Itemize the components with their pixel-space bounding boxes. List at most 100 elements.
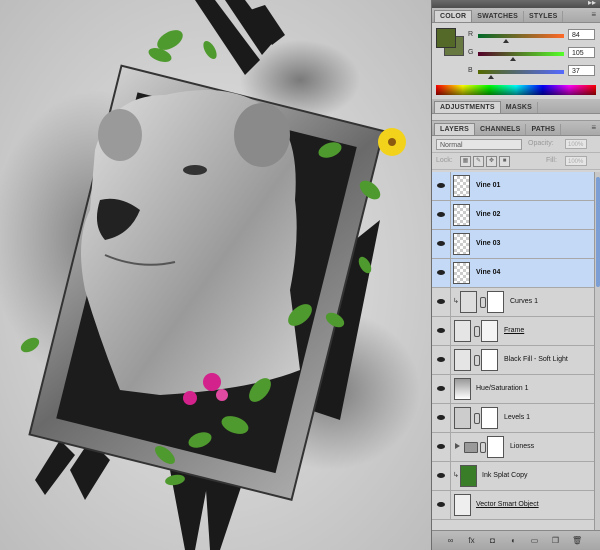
tab-paths[interactable]: PATHS — [526, 124, 562, 135]
red-value-field[interactable]: 84 — [568, 29, 595, 40]
layer-row[interactable]: Vine 01 — [432, 172, 594, 201]
collapse-icon[interactable]: ▸▸ — [588, 0, 596, 7]
blue-channel-row: B 37 — [468, 65, 598, 79]
delete-layer-icon[interactable]: 🗑 — [572, 536, 582, 545]
lock-transparency-icon[interactable]: ▦ — [460, 156, 471, 167]
fill-label: Fill: — [546, 157, 557, 164]
visibility-eye-icon[interactable] — [432, 172, 451, 200]
red-channel-row: R 84 — [468, 29, 598, 43]
tab-color[interactable]: COLOR — [434, 10, 473, 22]
lock-all-icon[interactable]: ■ — [499, 156, 510, 167]
layer-row[interactable]: Lioness — [432, 433, 594, 462]
layer-row[interactable]: Vine 03 — [432, 230, 594, 259]
fill-field[interactable]: 100% — [565, 156, 587, 166]
layer-thumbnail — [453, 262, 470, 284]
green-channel-row: G 105 — [468, 47, 598, 61]
lock-options-row: Lock: ▦ ✎ ✥ ■ Fill: 100% — [432, 153, 600, 170]
tab-masks[interactable]: MASKS — [501, 102, 538, 113]
folder-icon — [464, 442, 478, 453]
link-layers-icon[interactable]: ∞ — [446, 536, 455, 545]
layer-row[interactable]: Vector Smart Object — [432, 491, 594, 520]
artwork — [0, 0, 431, 550]
green-slider-thumb[interactable] — [510, 57, 517, 61]
layer-name: Black Fill - Soft Light — [504, 356, 568, 363]
layer-thumbnail — [460, 465, 477, 487]
visibility-eye-icon[interactable] — [432, 375, 451, 403]
tab-swatches[interactable]: SWATCHES — [472, 11, 525, 22]
panels-dock: ▸▸ COLOR SWATCHES STYLES ≡ R 84 G 105 B … — [431, 0, 600, 550]
red-slider-track[interactable] — [478, 34, 564, 38]
visibility-eye-icon[interactable] — [432, 491, 451, 519]
green-value-field[interactable]: 105 — [568, 47, 595, 58]
color-panel-tabs: COLOR SWATCHES STYLES ≡ — [432, 8, 600, 23]
visibility-eye-icon[interactable] — [432, 346, 451, 374]
layer-name: Vine 01 — [476, 182, 501, 189]
visibility-eye-icon[interactable] — [432, 317, 451, 345]
clipping-arrow-icon: ↳ — [453, 298, 459, 305]
layer-row[interactable]: Vine 02 — [432, 201, 594, 230]
layer-name: Curves 1 — [510, 298, 539, 305]
scrollbar-thumb[interactable] — [596, 177, 600, 287]
blue-value-field[interactable]: 37 — [568, 65, 595, 76]
adjustment-thumbnail — [454, 378, 471, 400]
mask-thumbnail — [481, 407, 498, 429]
new-adjustment-icon[interactable]: ◐ — [509, 536, 518, 545]
layer-thumbnail — [454, 349, 471, 371]
layer-row[interactable]: ↳ Ink Splat Copy — [432, 462, 594, 491]
lock-position-icon[interactable]: ✥ — [486, 156, 497, 167]
layer-thumbnail — [454, 320, 471, 342]
dock-collapse-bar[interactable]: ▸▸ — [432, 0, 600, 8]
link-chain-icon — [474, 413, 480, 424]
layer-thumbnail — [453, 204, 470, 226]
blue-slider-track[interactable] — [478, 70, 564, 74]
red-slider-thumb[interactable] — [503, 39, 510, 43]
layer-row[interactable]: Hue/Saturation 1 — [432, 375, 594, 404]
blue-slider-thumb[interactable] — [487, 75, 494, 79]
layer-row[interactable]: ↳ Curves 1 — [432, 288, 594, 317]
add-mask-icon[interactable]: ◘ — [488, 536, 497, 545]
lock-pixels-icon[interactable]: ✎ — [473, 156, 484, 167]
channel-label: B — [468, 67, 473, 74]
document-canvas[interactable] — [0, 0, 431, 550]
channel-label: G — [468, 49, 474, 56]
green-slider-track[interactable] — [478, 52, 564, 56]
channel-label: R — [468, 31, 474, 38]
panel-menu-icon[interactable]: ≡ — [591, 123, 596, 132]
expand-group-icon[interactable] — [455, 443, 460, 449]
tab-styles[interactable]: STYLES — [524, 11, 564, 22]
layers-list: Vine 01 Vine 02 Vine 03 Vine 04 ↳ Curves 1 Fra… — [432, 172, 594, 530]
mask-thumbnail — [487, 291, 504, 313]
visibility-eye-icon[interactable] — [432, 462, 451, 490]
layers-scrollbar[interactable] — [594, 172, 600, 530]
tab-channels[interactable]: CHANNELS — [475, 124, 527, 135]
panel-menu-icon[interactable]: ≡ — [591, 10, 596, 19]
tab-adjustments[interactable]: ADJUSTMENTS — [434, 101, 501, 113]
visibility-eye-icon[interactable] — [432, 230, 451, 258]
layer-row[interactable]: Frame — [432, 317, 594, 346]
link-chain-icon — [474, 326, 480, 337]
layer-row[interactable]: Vine 04 — [432, 259, 594, 288]
tab-layers[interactable]: LAYERS — [434, 123, 475, 135]
new-layer-icon[interactable]: ❐ — [551, 536, 560, 545]
blend-options-row: Normal Opacity: 100% — [432, 136, 600, 153]
foreground-color-swatch[interactable] — [436, 28, 456, 48]
visibility-eye-icon[interactable] — [432, 259, 451, 287]
color-spectrum-ramp[interactable] — [436, 85, 596, 95]
fx-icon[interactable]: fx — [467, 536, 476, 545]
mask-thumbnail — [487, 436, 504, 458]
visibility-eye-icon[interactable] — [432, 404, 451, 432]
visibility-eye-icon[interactable] — [432, 288, 451, 316]
adjustment-thumbnail — [454, 407, 471, 429]
layer-name: Vine 04 — [476, 269, 501, 276]
link-chain-icon — [474, 355, 480, 366]
adjustments-panel-collapsed — [432, 114, 600, 121]
opacity-field[interactable]: 100% — [565, 139, 587, 149]
new-group-icon[interactable]: ▭ — [530, 536, 539, 545]
blend-mode-select[interactable]: Normal — [436, 139, 522, 150]
visibility-eye-icon[interactable] — [432, 201, 451, 229]
lioness-image — [81, 90, 300, 395]
visibility-eye-icon[interactable] — [432, 433, 451, 461]
layer-name: Frame — [504, 327, 525, 334]
layer-row[interactable]: Black Fill - Soft Light — [432, 346, 594, 375]
layer-row[interactable]: Levels 1 — [432, 404, 594, 433]
